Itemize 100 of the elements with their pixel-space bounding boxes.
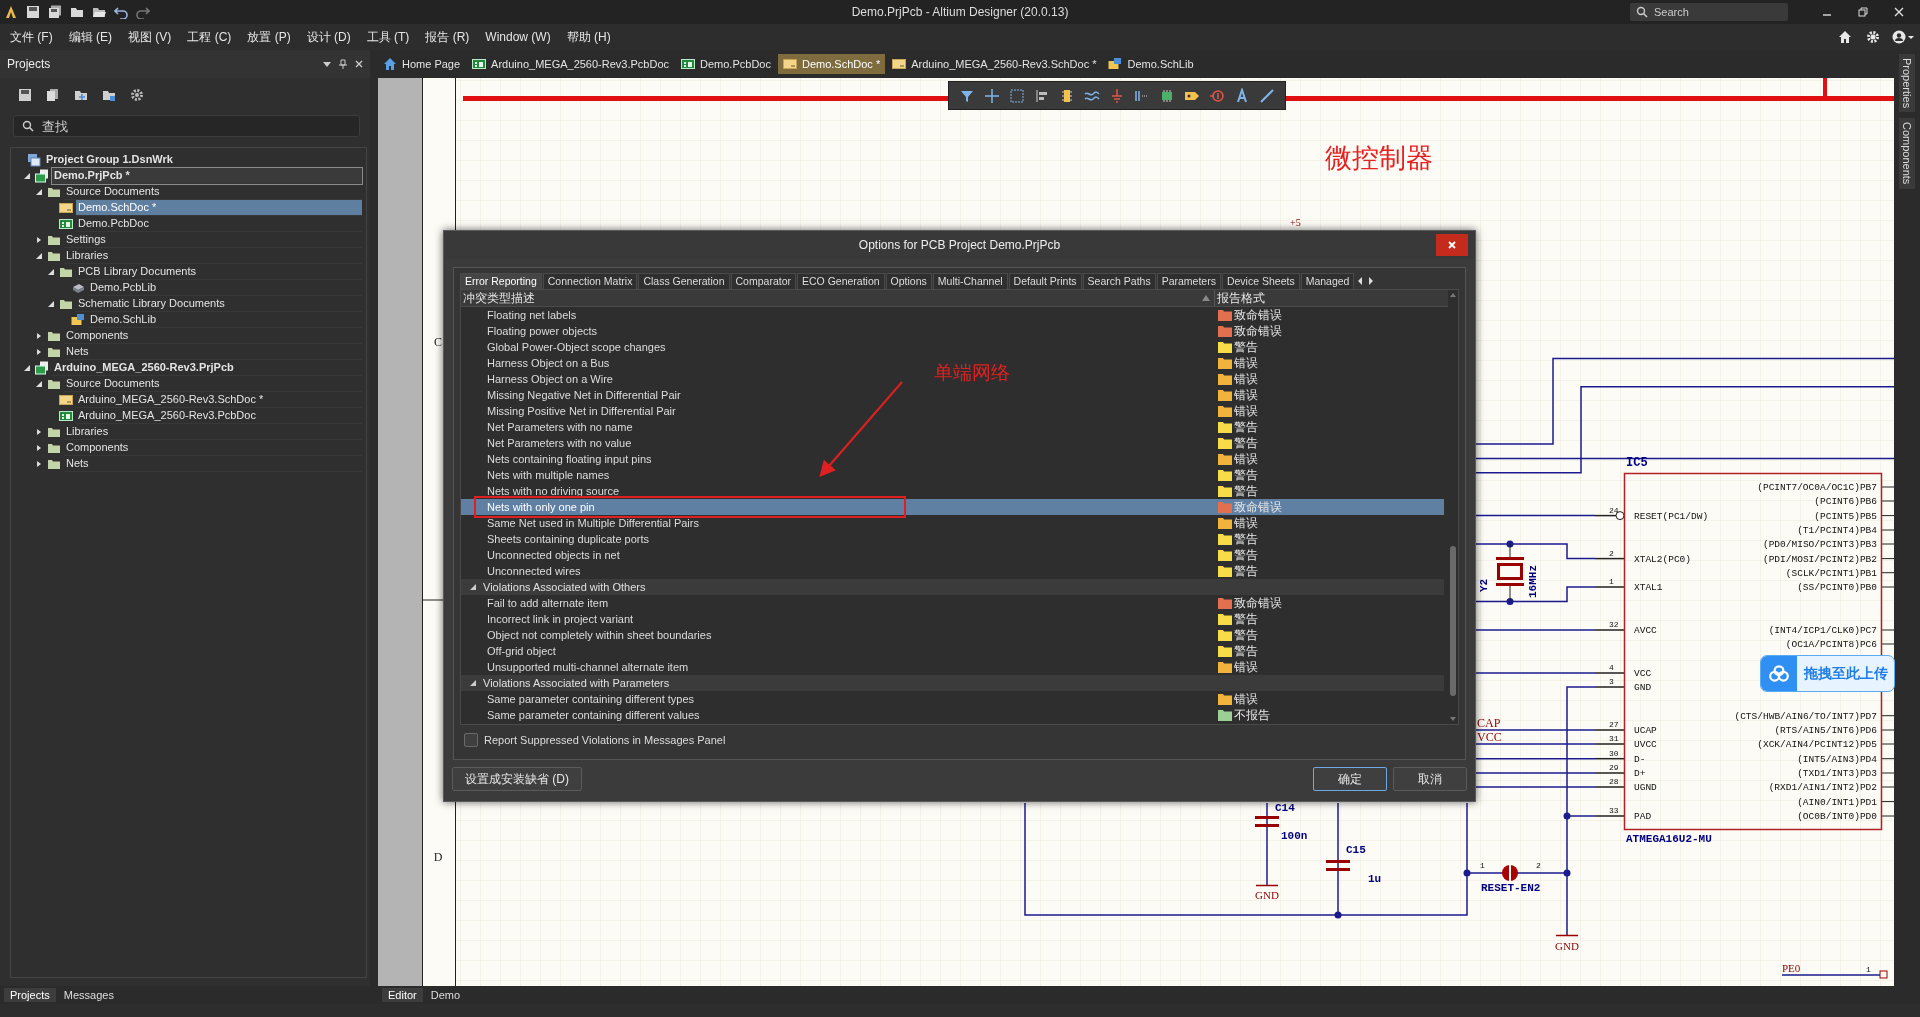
dialog-button[interactable]: 确定 (1313, 767, 1387, 791)
document-tab[interactable]: Demo.PcbDoc (676, 54, 776, 74)
dialog-tab[interactable]: Comparator (730, 273, 796, 289)
rule-name[interactable]: Floating power objects (487, 325, 598, 337)
crosshair-icon[interactable] (984, 87, 1000, 104)
report-level[interactable]: 警告 (1234, 530, 1258, 548)
dialog-tab[interactable]: Search Paths (1082, 273, 1156, 289)
dropdown-icon[interactable] (322, 59, 332, 69)
rule-name[interactable]: Unconnected wires (487, 565, 581, 577)
rule-name[interactable]: Unsupported multi-channel alternate item (487, 661, 689, 673)
redo-icon[interactable] (136, 5, 150, 19)
open-icon[interactable] (74, 88, 88, 102)
rule-name[interactable]: Same parameter containing different types (487, 693, 695, 705)
dialog-tab[interactable]: Managed (1300, 273, 1355, 289)
report-level[interactable]: 错误 (1234, 514, 1258, 532)
user-icon[interactable] (1892, 30, 1914, 44)
rule-name[interactable]: Floating net labels (487, 309, 577, 321)
column-header[interactable]: 冲突类型描述 (463, 289, 535, 307)
tree-item[interactable]: Nets (64, 344, 362, 360)
dialog-tab[interactable]: ECO Generation (797, 273, 885, 289)
expander-icon[interactable] (469, 679, 477, 687)
menu-item[interactable]: 视图 (V) (122, 26, 178, 48)
editor-tab[interactable]: Demo (424, 988, 467, 1002)
expander-icon[interactable] (35, 252, 43, 260)
search-field[interactable]: 查找 (13, 115, 360, 137)
report-level[interactable]: 错误 (1234, 386, 1258, 404)
scroll-thumb[interactable] (1450, 546, 1456, 696)
menu-item[interactable]: 文件 (F) (4, 26, 59, 48)
dialog-tab[interactable]: Options (885, 273, 932, 289)
tree-item[interactable]: Source Documents (64, 376, 362, 392)
report-level[interactable]: 错误 (1234, 402, 1258, 420)
document-tab[interactable]: Arduino_MEGA_2560-Rev3.PcbDoc (467, 54, 675, 74)
menu-item[interactable]: 工程 (C) (181, 26, 238, 48)
expander-icon[interactable] (23, 172, 31, 180)
report-level[interactable]: 致命错误 (1234, 306, 1282, 324)
no-connect-icon[interactable] (1209, 87, 1225, 104)
save-icon[interactable] (26, 5, 40, 19)
document-tab[interactable]: Home Page (378, 54, 466, 74)
open-icon[interactable] (70, 5, 84, 19)
panel-tab[interactable]: Projects (4, 988, 56, 1002)
dialog-button[interactable]: 设置成安装缺省 (D) (452, 767, 582, 791)
tree-item[interactable]: Nets (64, 456, 362, 472)
menu-item[interactable]: Window (W) (479, 28, 557, 46)
rule-name[interactable]: Net Parameters with no name (487, 421, 633, 433)
tree-item[interactable]: PCB Library Documents (76, 264, 362, 280)
rule-name[interactable]: Incorrect link in project variant (487, 613, 634, 625)
expander-icon[interactable] (35, 348, 43, 356)
close-icon[interactable] (1892, 5, 1906, 19)
dialog-tab[interactable]: Multi-Channel (932, 273, 1008, 289)
save-all-icon[interactable] (48, 5, 62, 19)
editor-tab[interactable]: Editor (382, 988, 423, 1002)
rule-name[interactable]: Global Power-Object scope changes (487, 341, 666, 353)
report-level[interactable]: 致命错误 (1234, 498, 1282, 516)
scroll-down-icon[interactable] (1449, 716, 1457, 722)
menu-item[interactable]: 放置 (P) (241, 26, 297, 48)
menu-item[interactable]: 帮助 (H) (560, 26, 617, 48)
report-level[interactable]: 不报告 (1234, 706, 1270, 724)
tree-item[interactable]: Settings (64, 232, 362, 248)
rule-name[interactable]: Fail to add alternate item (487, 597, 609, 609)
save-icon[interactable] (18, 88, 32, 102)
rule-name[interactable]: Sheets containing duplicate ports (487, 533, 650, 545)
expander-icon[interactable] (35, 236, 43, 244)
tree-item[interactable]: Components (64, 440, 362, 456)
document-tab[interactable]: Arduino_MEGA_2560-Rev3.SchDoc * (887, 54, 1102, 74)
chip-icon[interactable] (1159, 87, 1175, 104)
menu-item[interactable]: 报告 (R) (419, 26, 476, 48)
expander-icon[interactable] (35, 428, 43, 436)
tree-item[interactable]: Libraries (64, 424, 362, 440)
report-level[interactable]: 错误 (1234, 450, 1258, 468)
report-level[interactable]: 警告 (1234, 418, 1258, 436)
expander-icon[interactable] (47, 268, 55, 276)
dialog-tab[interactable]: Device Sheets (1221, 273, 1300, 289)
scroll-up-icon[interactable] (1449, 292, 1457, 298)
folder-icon[interactable] (92, 5, 106, 19)
dialog-tab[interactable]: Connection Matrix (542, 273, 638, 289)
expander-icon[interactable] (469, 583, 477, 591)
home-icon[interactable] (1838, 30, 1852, 44)
report-level[interactable]: 警告 (1234, 562, 1258, 580)
document-tab[interactable]: Demo.SchDoc * (777, 54, 886, 74)
documents-icon[interactable] (46, 88, 60, 102)
search-field[interactable]: Search (1630, 3, 1788, 21)
side-tab[interactable]: Properties (1899, 54, 1915, 113)
rule-name[interactable]: Missing Positive Net in Differential Pair (487, 405, 676, 417)
tree-item[interactable]: Components (64, 328, 362, 344)
line-icon[interactable] (1259, 87, 1275, 104)
selected-row[interactable]: Nets with only one pin 致命错误 (461, 499, 1444, 515)
expander-icon[interactable] (35, 460, 43, 468)
rule-name[interactable]: Unconnected objects in net (487, 549, 620, 561)
rule-name[interactable]: Off-grid object (487, 645, 556, 657)
expander-icon[interactable] (35, 332, 43, 340)
rule-name[interactable]: Object not completely within sheet boundaries (487, 629, 712, 641)
tree-item[interactable]: Libraries (64, 248, 362, 264)
tree-item[interactable]: Arduino_MEGA_2560-Rev3.PcbDoc (76, 408, 362, 424)
tree-item[interactable]: Arduino_MEGA_2560-Rev3.SchDoc * (76, 392, 362, 408)
dialog-tab[interactable]: Error Reporting (460, 273, 542, 289)
document-tab[interactable]: Demo.SchLib (1103, 54, 1199, 74)
settings-icon[interactable] (130, 88, 144, 102)
expander-icon[interactable] (35, 444, 43, 452)
scroll-right-icon[interactable] (1367, 276, 1376, 286)
app-logo-icon[interactable] (4, 5, 18, 19)
